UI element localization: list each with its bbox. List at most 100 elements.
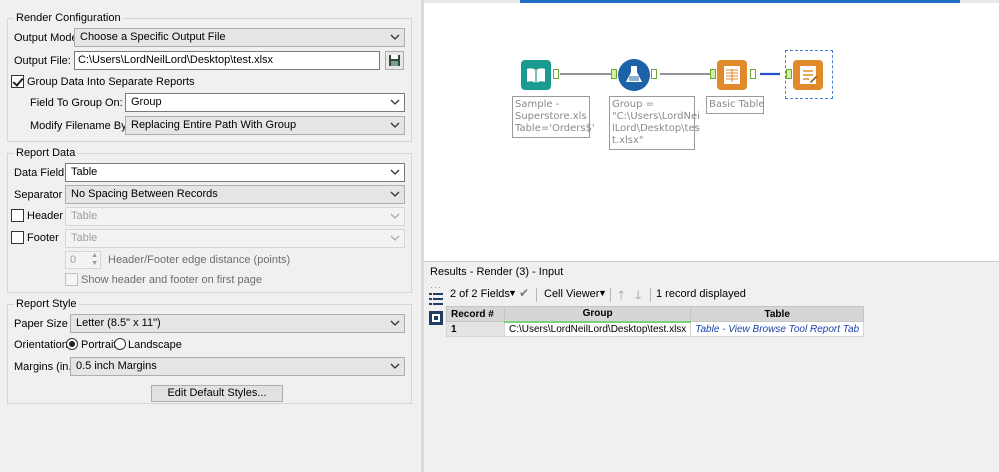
chevron-down-icon — [390, 167, 400, 177]
output-file-input[interactable]: C:\Users\LordNeilLord\Desktop\test.xlsx — [74, 51, 380, 70]
table-icon — [724, 66, 740, 84]
chevron-down-icon[interactable]: ▼ — [598, 288, 607, 298]
records-count: 1 record displayed — [656, 288, 746, 300]
save-file-button[interactable] — [385, 51, 404, 70]
output-file-label: Output File: — [14, 55, 71, 67]
separator-value: No Spacing Between Records — [71, 188, 218, 200]
cell-record[interactable]: 1 — [446, 321, 505, 337]
cell-table-link[interactable]: Table - View Browse Tool Report Tab — [690, 321, 865, 337]
input-tool-annotation: Sample - Superstore.xls Table='Orders$' — [512, 96, 595, 138]
results-pane: Results - Render (3) - Input ··· 2 of 2 … — [424, 262, 999, 472]
chevron-down-icon — [390, 211, 400, 221]
results-toolbar: 2 of 2 Fields ▼ ✔ Cell Viewer ▼ 🡑 🡓 1 re… — [448, 286, 999, 304]
separator-select[interactable]: No Spacing Between Records — [65, 185, 405, 204]
output-mode-select[interactable]: Choose a Specific Output File — [74, 28, 405, 47]
configuration-pane: Render Configuration Output Mode: Choose… — [0, 0, 421, 472]
footer-select[interactable]: Table — [65, 229, 405, 248]
report-icon — [800, 66, 817, 84]
input-anchor[interactable] — [710, 69, 716, 79]
table-row[interactable]: 1 C:\Users\LordNeilLord\Desktop\test.xls… — [446, 321, 865, 337]
portrait-radio[interactable] — [66, 338, 78, 350]
edge-distance-label: Header/Footer edge distance (points) — [108, 254, 291, 266]
edge-distance-stepper[interactable]: 0 ▲ ▼ — [65, 251, 101, 269]
show-first-page-label: Show header and footer on first page — [81, 274, 263, 286]
chevron-down-icon — [390, 361, 400, 371]
render-configuration-title: Render Configuration — [14, 12, 123, 24]
column-header-table[interactable]: Table — [690, 306, 865, 322]
output-mode-label: Output Mode: — [14, 32, 81, 44]
chevron-down-icon — [390, 32, 400, 42]
formula-tool[interactable] — [618, 59, 650, 91]
workflow-connectors — [560, 72, 780, 76]
input-data-tool[interactable] — [521, 60, 551, 90]
paper-size-value: Letter (8.5" x 11") — [76, 317, 161, 329]
grip-icon: ··· — [430, 282, 442, 292]
input-anchor[interactable] — [786, 69, 792, 79]
header-label: Header — [27, 210, 64, 222]
output-anchor[interactable] — [651, 69, 657, 79]
edit-default-styles-button[interactable]: Edit Default Styles... — [151, 385, 283, 402]
cell-group[interactable]: C:\Users\LordNeilLord\Desktop\test.xlsx — [503, 321, 692, 337]
arrow-up-icon[interactable]: 🡑 — [618, 286, 624, 307]
paper-size-select[interactable]: Letter (8.5" x 11") — [70, 314, 405, 333]
output-mode-value: Choose a Specific Output File — [80, 31, 226, 43]
chevron-down-icon — [390, 189, 400, 199]
header-select[interactable]: Table — [65, 207, 405, 226]
footer-value: Table — [71, 232, 98, 244]
edge-distance-value: 0 — [70, 254, 77, 266]
data-field-select[interactable]: Table — [65, 163, 405, 182]
toolbar-separator — [610, 288, 611, 302]
modify-filename-select[interactable]: Replacing Entire Path With Group — [125, 116, 405, 135]
chevron-down-icon — [390, 120, 400, 130]
header-value: Table — [71, 210, 98, 222]
cell-viewer-dropdown[interactable]: Cell Viewer — [544, 288, 599, 300]
formula-tool-annotation: Group = "C:\Users\LordNei lLord\Desktop\… — [609, 96, 700, 150]
floppy-disk-icon — [389, 55, 400, 66]
output-anchor[interactable] — [750, 69, 756, 79]
fields-dropdown[interactable]: 2 of 2 Fields — [450, 288, 510, 300]
orientation-label: Orientation — [14, 339, 68, 351]
results-grid: Record # Group Table 1 C:\Users\LordNeil… — [446, 306, 865, 337]
chevron-down-icon — [390, 97, 400, 107]
paper-size-label: Paper Size — [14, 318, 68, 330]
flask-icon — [626, 66, 642, 82]
margins-value: 0.5 inch Margins — [76, 360, 157, 372]
margins-select[interactable]: 0.5 inch Margins — [70, 357, 405, 376]
book-icon — [527, 68, 545, 83]
checkmark-icon[interactable]: ✔ — [519, 286, 529, 300]
landscape-label: Landscape — [128, 339, 182, 351]
landscape-radio[interactable] — [114, 338, 126, 350]
group-data-label: Group Data Into Separate Reports — [27, 76, 195, 88]
group-data-checkbox[interactable] — [11, 75, 24, 88]
toolbar-separator — [536, 288, 537, 302]
margins-label: Margins (in.) — [14, 361, 76, 373]
footer-label: Footer — [27, 232, 59, 244]
render-tool[interactable] — [793, 60, 823, 90]
report-data-title: Report Data — [14, 147, 78, 159]
workflow-canvas[interactable]: Sample - Superstore.xls Table='Orders$' … — [424, 0, 999, 262]
header-checkbox[interactable] — [11, 209, 24, 222]
output-anchor[interactable] — [553, 69, 559, 79]
modify-filename-label: Modify Filename By: — [30, 120, 130, 132]
chevron-down-icon[interactable]: ▼ — [508, 288, 517, 298]
arrow-down-icon[interactable]: 🡓 — [635, 286, 641, 307]
results-title: Results - Render (3) - Input — [430, 266, 564, 278]
field-to-group-value: Group — [131, 96, 162, 108]
input-anchor[interactable] — [611, 69, 617, 79]
column-header-group[interactable]: Group — [503, 306, 692, 323]
chevron-down-icon — [390, 233, 400, 243]
field-to-group-label: Field To Group On: — [30, 97, 123, 109]
separator-label: Separator — [14, 189, 63, 201]
footer-checkbox[interactable] — [11, 231, 24, 244]
column-header-record[interactable]: Record # — [446, 306, 505, 322]
list-view-icon[interactable] — [429, 292, 443, 306]
field-to-group-select[interactable]: Group — [125, 93, 405, 112]
stepper-arrows-icon: ▲ ▼ — [91, 252, 98, 267]
header-row: Record # Group Table — [446, 306, 865, 323]
portrait-label: Portrait — [81, 339, 117, 351]
basic-table-tool[interactable] — [717, 60, 747, 90]
record-view-icon[interactable] — [429, 311, 443, 325]
data-field-value: Table — [71, 166, 98, 178]
chevron-down-icon — [390, 318, 400, 328]
show-first-page-checkbox[interactable] — [65, 273, 78, 286]
